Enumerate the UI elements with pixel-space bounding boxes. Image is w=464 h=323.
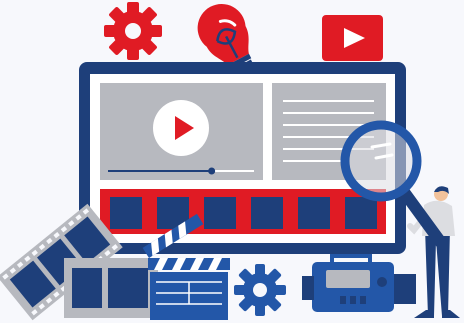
- video-play-icon[interactable]: [153, 100, 209, 156]
- video-marketing-illustration: [0, 0, 464, 323]
- video-player[interactable]: [100, 83, 263, 180]
- gear-icon: [104, 2, 162, 60]
- film-strip-lower: [64, 258, 158, 318]
- illustration-canvas: [0, 2, 460, 321]
- thumbnail[interactable]: [298, 197, 330, 229]
- thumbnail[interactable]: [204, 197, 236, 229]
- youtube-play-icon[interactable]: [322, 15, 383, 61]
- thumbnail-strip: [100, 189, 386, 234]
- thumbnail[interactable]: [110, 197, 142, 229]
- video-camera-icon: [302, 254, 416, 312]
- thumbnail[interactable]: [251, 197, 283, 229]
- thumbnail[interactable]: [345, 197, 377, 229]
- gear-icon: [234, 264, 286, 316]
